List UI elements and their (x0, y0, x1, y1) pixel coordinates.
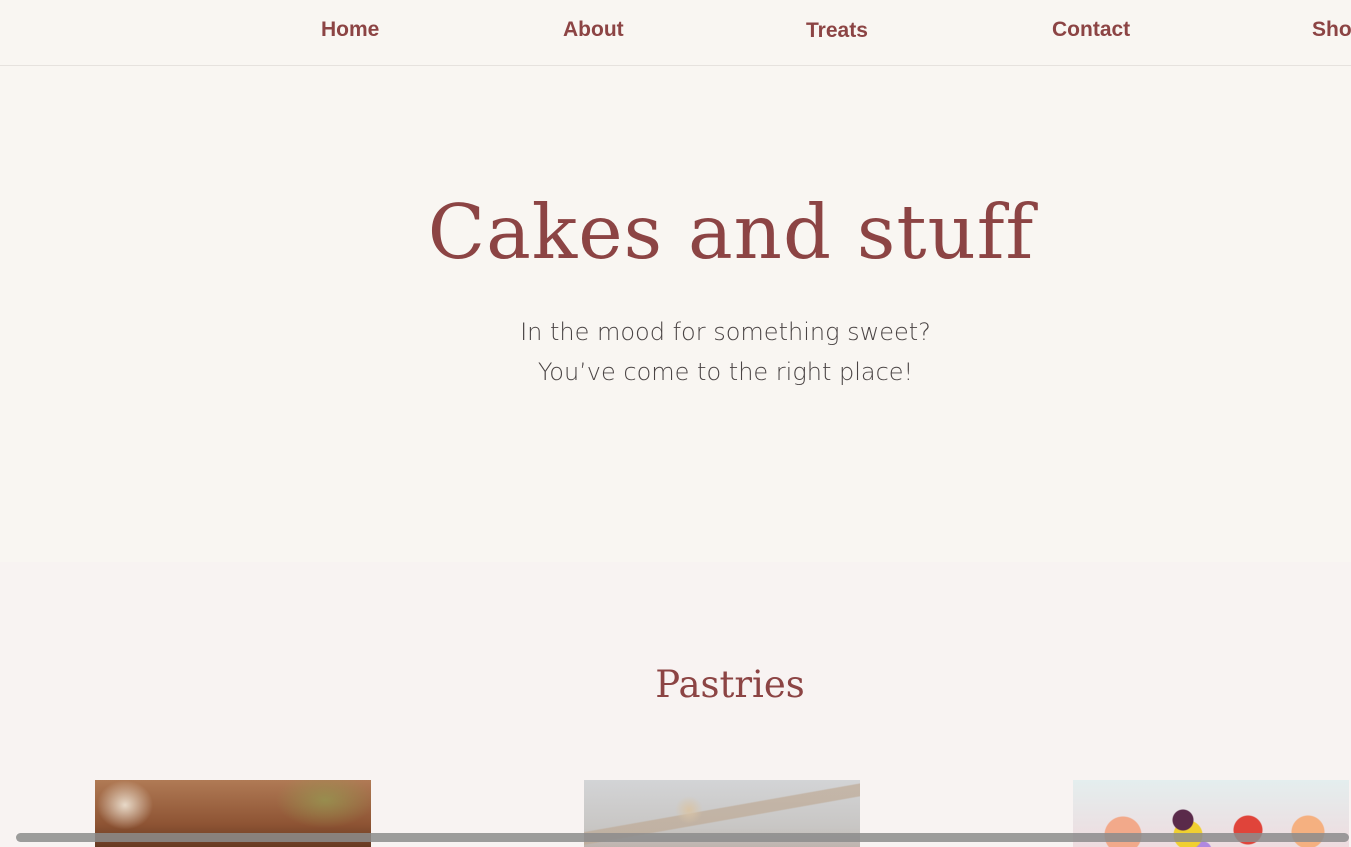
nav-link-treats[interactable]: Treats (806, 19, 868, 43)
nav-link-home[interactable]: Home (321, 18, 379, 42)
hero-subtitle-line-2: You’ve come to the right place! (537, 358, 914, 386)
nav-link-about[interactable]: About (563, 18, 624, 42)
nav-link-shop[interactable]: Sho (1312, 18, 1351, 42)
pastries-section: Pastries (0, 562, 1351, 847)
hero-subtitle-line-1: In the mood for something sweet? (520, 318, 931, 346)
top-navigation: Home About Treats Contact Sho (0, 0, 1351, 66)
nav-link-contact[interactable]: Contact (1052, 18, 1130, 42)
hero-section: Cakes and stuff In the mood for somethin… (0, 66, 1351, 562)
horizontal-scrollbar[interactable] (16, 833, 1349, 842)
pastries-title: Pastries (655, 663, 805, 706)
hero-title: Cakes and stuff (427, 188, 1035, 276)
